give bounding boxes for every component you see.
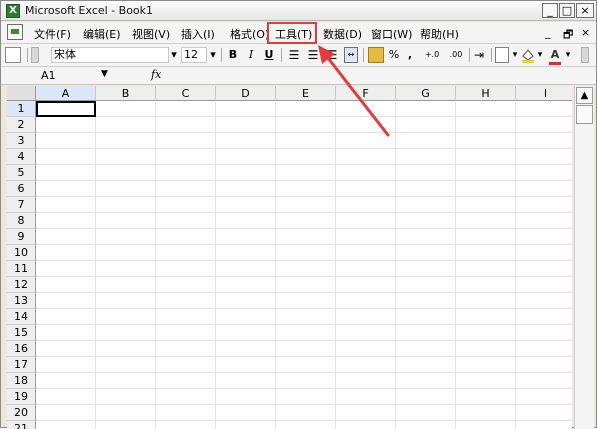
excel-window: X Microsoft Excel - Book1 _ □ × 文件(F) 编辑… — [0, 0, 597, 429]
annotation-arrow — [318, 45, 390, 137]
